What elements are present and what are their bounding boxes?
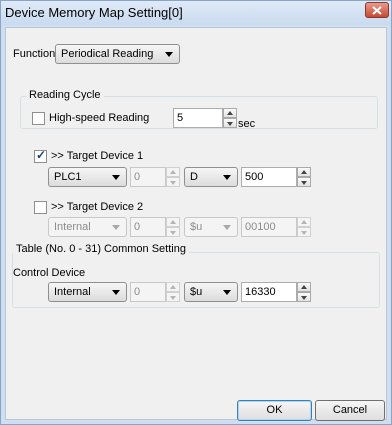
spin-down-button[interactable] xyxy=(297,292,311,302)
reading-cycle-unit: sec xyxy=(238,118,256,130)
function-select[interactable]: Periodical Reading xyxy=(55,44,180,64)
target-device-2-plc-select[interactable]: Internal xyxy=(48,217,127,237)
spin-up-button[interactable] xyxy=(297,217,311,227)
spin-up-button[interactable] xyxy=(297,167,311,177)
window-title: Device Memory Map Setting[0] xyxy=(5,5,183,20)
spin-up-button[interactable] xyxy=(166,167,180,177)
control-device-device-value: $u xyxy=(190,286,203,298)
target-device-1-address-value: 500 xyxy=(245,171,264,183)
common-setting-group-title: Table (No. 0 - 31) Common Setting xyxy=(13,243,189,255)
target-device-2-station-input[interactable]: 0 xyxy=(130,217,166,237)
close-icon xyxy=(372,5,382,15)
arrow-up-icon xyxy=(301,220,307,224)
control-device-station-spinner[interactable] xyxy=(166,282,180,302)
target-device-1-device-select[interactable]: D xyxy=(184,167,238,187)
arrow-down-icon xyxy=(170,231,176,235)
target-device-1-checkbox[interactable] xyxy=(34,148,47,163)
target-device-2-address-value: 00100 xyxy=(245,221,276,233)
target-device-2-station-spinner[interactable] xyxy=(166,217,180,237)
control-device-station-input[interactable]: 0 xyxy=(130,282,166,302)
title-bar: Device Memory Map Setting[0] xyxy=(1,1,391,25)
spin-down-button[interactable] xyxy=(166,227,180,237)
arrow-down-icon xyxy=(301,181,307,185)
spin-down-button[interactable] xyxy=(223,118,237,128)
target-device-2-address-spinner[interactable] xyxy=(297,217,311,237)
spin-down-button[interactable] xyxy=(297,227,311,237)
reading-cycle-spinner[interactable] xyxy=(223,108,237,128)
target-device-2-address-input[interactable]: 00100 xyxy=(241,217,297,237)
target-device-2-plc-value: Internal xyxy=(54,221,91,233)
chevron-down-icon xyxy=(112,290,120,295)
close-button[interactable] xyxy=(365,2,389,18)
arrow-up-icon xyxy=(170,170,176,174)
arrow-up-icon xyxy=(227,111,233,115)
target-device-1-plc-value: PLC1 xyxy=(54,171,82,183)
control-device-address-spinner[interactable] xyxy=(297,282,311,302)
target-device-1-station-value: 0 xyxy=(134,171,141,183)
target-device-1-device-value: D xyxy=(190,171,198,183)
cancel-button[interactable]: Cancel xyxy=(315,400,385,421)
high-speed-reading-label: High-speed Reading xyxy=(49,112,150,124)
spin-up-button[interactable] xyxy=(166,217,180,227)
target-device-1-label: >> Target Device 1 xyxy=(51,150,144,162)
arrow-down-icon xyxy=(170,296,176,300)
arrow-up-icon xyxy=(301,285,307,289)
high-speed-reading-checkbox[interactable] xyxy=(32,112,45,125)
spin-down-button[interactable] xyxy=(166,177,180,187)
control-device-address-input[interactable]: 16330 xyxy=(241,282,297,302)
target-device-2-device-select[interactable]: $u xyxy=(184,217,238,237)
spin-up-button[interactable] xyxy=(223,108,237,118)
target-device-2-label: >> Target Device 2 xyxy=(51,201,144,213)
chevron-down-icon xyxy=(165,52,173,57)
control-device-station-value: 0 xyxy=(134,286,141,298)
chevron-down-icon xyxy=(223,290,231,295)
control-device-address-value: 16330 xyxy=(245,286,276,298)
spin-up-button[interactable] xyxy=(297,282,311,292)
function-label: Function xyxy=(13,48,56,60)
arrow-up-icon xyxy=(301,170,307,174)
spin-down-button[interactable] xyxy=(166,292,180,302)
control-device-plc-value: Internal xyxy=(54,286,91,298)
reading-cycle-group-title: Reading Cycle xyxy=(26,89,104,101)
arrow-down-icon xyxy=(301,296,307,300)
control-device-plc-select[interactable]: Internal xyxy=(48,282,127,302)
reading-cycle-value: 5 xyxy=(177,112,184,124)
chevron-down-icon xyxy=(223,225,231,230)
target-device-1-address-spinner[interactable] xyxy=(297,167,311,187)
target-device-1-station-spinner[interactable] xyxy=(166,167,180,187)
target-device-1-plc-select[interactable]: PLC1 xyxy=(48,167,127,187)
reading-cycle-input[interactable]: 5 xyxy=(173,108,223,128)
control-device-device-select[interactable]: $u xyxy=(184,282,238,302)
chevron-down-icon xyxy=(112,175,120,180)
target-device-1-station-input[interactable]: 0 xyxy=(130,167,166,187)
target-device-2-device-value: $u xyxy=(190,221,203,233)
arrow-up-icon xyxy=(170,285,176,289)
arrow-down-icon xyxy=(301,231,307,235)
dialog-client-area: Function Periodical Reading Reading Cycl… xyxy=(5,27,387,421)
spin-up-button[interactable] xyxy=(166,282,180,292)
ok-button[interactable]: OK xyxy=(237,400,312,421)
target-device-2-checkbox[interactable] xyxy=(34,201,47,214)
target-device-1-address-input[interactable]: 500 xyxy=(241,167,297,187)
chevron-down-icon xyxy=(223,175,231,180)
spin-down-button[interactable] xyxy=(297,177,311,187)
arrow-down-icon xyxy=(170,181,176,185)
arrow-down-icon xyxy=(227,122,233,126)
arrow-up-icon xyxy=(170,220,176,224)
chevron-down-icon xyxy=(112,225,120,230)
control-device-label: Control Device xyxy=(13,267,86,279)
function-select-value: Periodical Reading xyxy=(61,48,154,60)
dialog-window: Device Memory Map Setting[0] Function Pe… xyxy=(0,0,392,425)
target-device-2-station-value: 0 xyxy=(134,221,141,233)
